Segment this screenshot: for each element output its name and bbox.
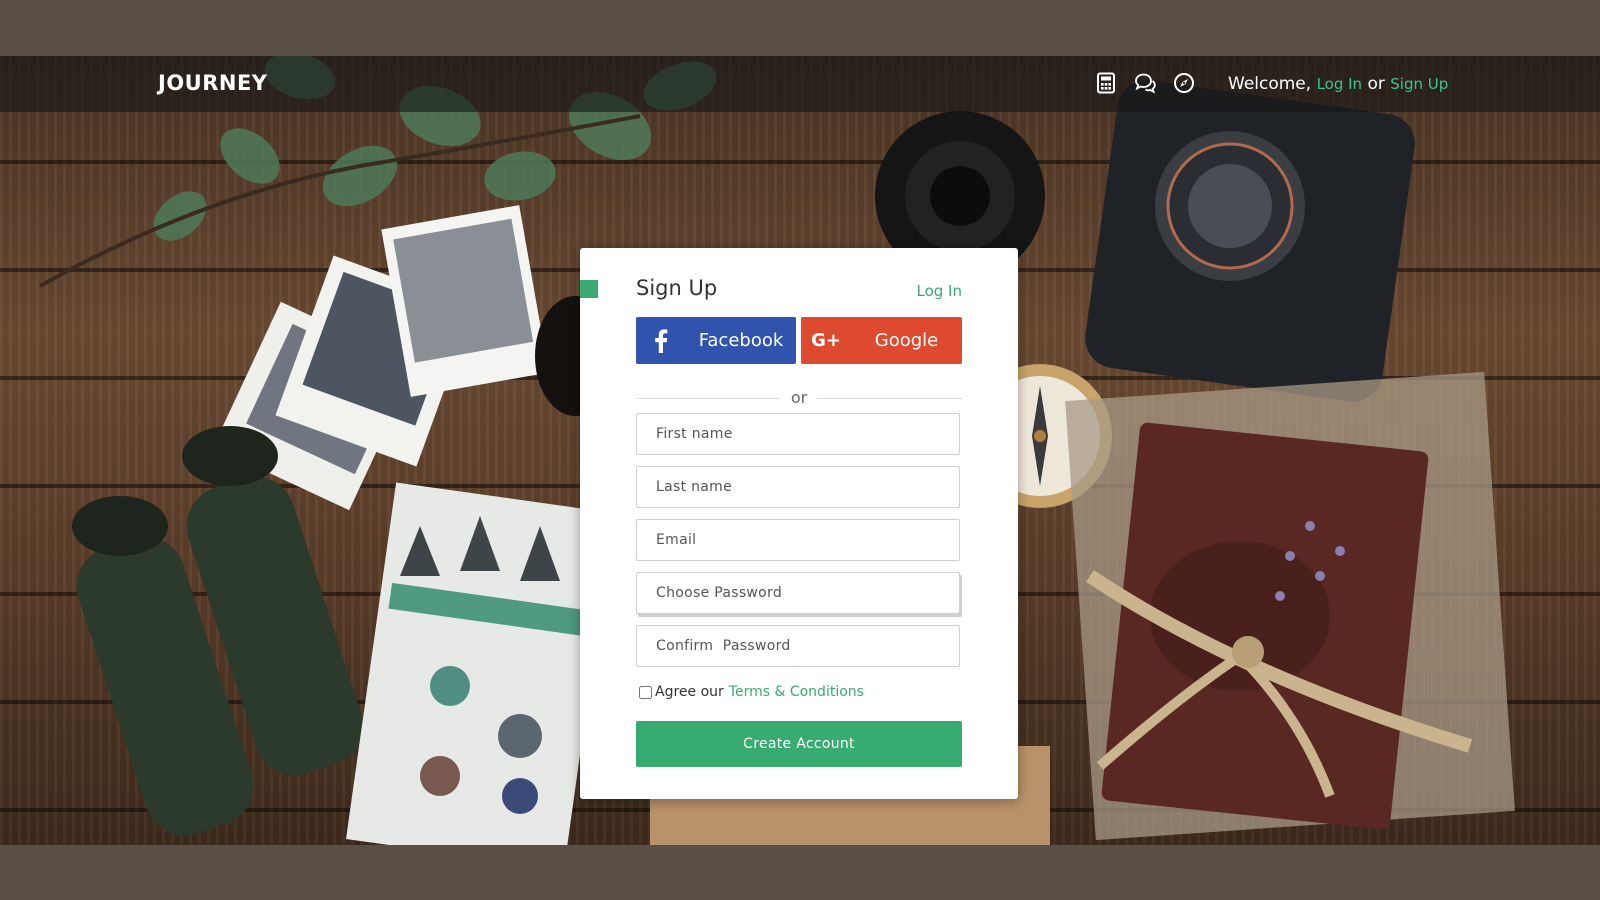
last-name-field[interactable]	[636, 466, 960, 508]
terms-link[interactable]: Terms & Conditions	[729, 684, 864, 700]
terms-checkbox[interactable]	[639, 685, 652, 699]
facebook-label: Facebook	[698, 330, 784, 351]
card-login-link[interactable]: Log In	[917, 282, 963, 300]
card-accent-marker	[580, 280, 598, 298]
signup-card: Sign Up Log In Facebook G+ Google or Fir…	[580, 248, 1018, 799]
first-name-field[interactable]	[636, 413, 960, 455]
card-title: Sign Up	[636, 276, 718, 300]
welcome-text: Welcome, Log In or Sign Up	[1228, 74, 1448, 94]
header-signup-link[interactable]: Sign Up	[1390, 75, 1448, 93]
brand-logo[interactable]: JOURNEY	[158, 71, 268, 95]
email-field[interactable]	[636, 519, 960, 561]
agree-text: Agree our	[655, 684, 724, 700]
welcome-or: or	[1367, 74, 1385, 94]
welcome-label: Welcome,	[1228, 74, 1312, 94]
google-button[interactable]: G+ Google	[801, 317, 962, 364]
divider-line-right	[817, 398, 962, 399]
chat-icon[interactable]	[1134, 72, 1156, 94]
compass-icon[interactable]	[1173, 72, 1195, 94]
background-photo: JOURNEY Welcome, Log In or Sign Up Sign …	[0, 56, 1600, 845]
camera	[1085, 80, 1415, 402]
facebook-button[interactable]: Facebook	[636, 317, 796, 364]
calculator-icon[interactable]	[1095, 72, 1117, 94]
password-field[interactable]	[636, 572, 960, 614]
top-navbar: JOURNEY Welcome, Log In or Sign Up	[0, 56, 1600, 112]
or-divider: or	[636, 388, 962, 408]
terms-agreement: Agree our Terms & Conditions	[636, 684, 864, 700]
google-plus-icon: G+	[811, 330, 841, 351]
facebook-icon	[636, 317, 686, 364]
patterned-book	[346, 482, 614, 845]
confirm-password-field[interactable]	[636, 625, 960, 667]
create-account-button[interactable]: Create Account	[636, 721, 962, 767]
header-login-link[interactable]: Log In	[1317, 75, 1363, 93]
google-label: Google	[874, 330, 939, 351]
